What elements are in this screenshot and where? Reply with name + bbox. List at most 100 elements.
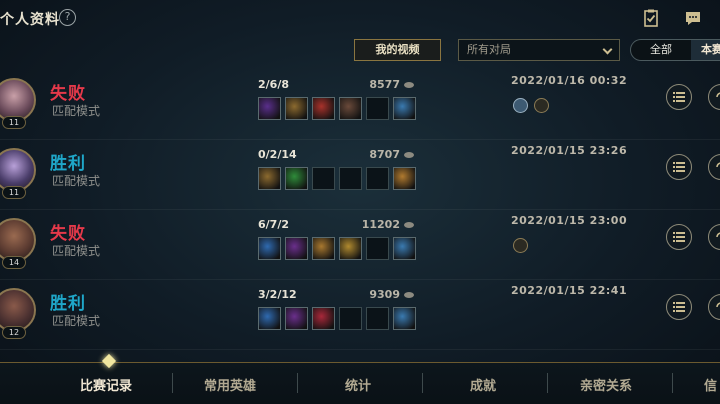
- queue-filter-select[interactable]: 所有对局: [458, 39, 620, 61]
- match-result: 失败: [50, 224, 86, 244]
- game-mode: 匹配模式: [52, 244, 101, 258]
- replay-icon: [716, 92, 720, 98]
- match-details-button[interactable]: [666, 84, 692, 110]
- clipboard-check-icon[interactable]: [642, 9, 660, 27]
- match-row[interactable]: 11 胜利 匹配模式 0/2/14 8707 2022/01/15 23:26: [0, 142, 720, 210]
- item-slot: [312, 307, 335, 330]
- item-slot: [393, 97, 416, 120]
- list-icon: [673, 92, 685, 102]
- list-icon: [673, 302, 685, 312]
- tab-stats[interactable]: 统计: [345, 375, 371, 394]
- match-result: 胜利: [50, 154, 86, 174]
- item-slot: [285, 237, 308, 260]
- replay-button[interactable]: [708, 154, 720, 180]
- kda: 6/7/2: [258, 218, 289, 231]
- item-build: [258, 167, 416, 190]
- my-videos-button[interactable]: 我的视频: [354, 39, 441, 61]
- replay-button[interactable]: [708, 294, 720, 320]
- chat-bubble-icon[interactable]: [684, 9, 702, 27]
- item-slot: [339, 237, 362, 260]
- item-slot: [366, 237, 389, 260]
- game-mode: 匹配模式: [52, 314, 101, 328]
- match-badges: [513, 98, 549, 113]
- item-slot: [312, 237, 335, 260]
- item-slot: [258, 237, 281, 260]
- item-slot: [366, 97, 389, 120]
- champion-level: 11: [2, 186, 26, 199]
- item-slot: [339, 97, 362, 120]
- match-row[interactable]: 11 失败 匹配模式 2/6/8 8577 2022/01/16 00:32: [0, 72, 720, 140]
- tab-divider: [672, 373, 673, 393]
- gold-earned: 8577: [369, 78, 400, 91]
- match-row[interactable]: 12 胜利 匹配模式 3/2/12 9309 2022/01/15 22:41: [0, 282, 720, 350]
- item-slot: [339, 167, 362, 190]
- match-result: 胜利: [50, 294, 86, 314]
- match-details-button[interactable]: [666, 294, 692, 320]
- item-slot: [339, 307, 362, 330]
- kda: 2/6/8: [258, 78, 289, 91]
- tab-more[interactable]: 信: [704, 375, 717, 394]
- item-build: [258, 237, 416, 260]
- item-slot: [366, 307, 389, 330]
- champion-level: 14: [2, 256, 26, 269]
- tab-match-history[interactable]: 比赛记录: [80, 375, 132, 394]
- match-details-button[interactable]: [666, 224, 692, 250]
- item-slot: [393, 167, 416, 190]
- page-title: 个人资料: [0, 12, 60, 28]
- bottom-nav: 比赛记录 常用英雄 统计 成就 亲密关系 信: [0, 362, 720, 404]
- row-divider: [0, 139, 720, 140]
- tab-divider: [172, 373, 173, 393]
- replay-button[interactable]: [708, 224, 720, 250]
- row-divider: [0, 279, 720, 280]
- match-date: 2022/01/15 23:26: [511, 144, 628, 157]
- item-slot: [285, 307, 308, 330]
- match-date: 2022/01/15 23:00: [511, 214, 628, 227]
- match-result: 失败: [50, 84, 86, 104]
- match-date: 2022/01/15 22:41: [511, 284, 628, 297]
- gold-coin-icon: [404, 152, 414, 158]
- objective-badge-icon: [513, 238, 528, 253]
- item-slot: [393, 237, 416, 260]
- item-build: [258, 97, 416, 120]
- list-icon: [673, 232, 685, 242]
- tab-relationships[interactable]: 亲密关系: [580, 375, 632, 394]
- season-toggle[interactable]: 全部 本赛: [630, 39, 720, 61]
- tab-divider: [297, 373, 298, 393]
- tab-achievements[interactable]: 成就: [470, 375, 496, 394]
- tab-top-champions[interactable]: 常用英雄: [204, 375, 256, 394]
- toggle-all[interactable]: 全部: [631, 40, 691, 60]
- gold-coin-icon: [404, 222, 414, 228]
- row-divider: [0, 349, 720, 350]
- game-mode: 匹配模式: [52, 174, 101, 188]
- item-slot: [366, 167, 389, 190]
- queue-filter-value: 所有对局: [467, 43, 511, 56]
- item-slot: [258, 167, 281, 190]
- replay-button[interactable]: [708, 84, 720, 110]
- match-date: 2022/01/16 00:32: [511, 74, 628, 87]
- item-slot: [258, 307, 281, 330]
- gold-coin-icon: [404, 82, 414, 88]
- item-slot: [285, 97, 308, 120]
- item-slot: [285, 167, 308, 190]
- toggle-current-season[interactable]: 本赛: [691, 40, 720, 60]
- match-details-button[interactable]: [666, 154, 692, 180]
- item-slot: [312, 97, 335, 120]
- kda: 3/2/12: [258, 288, 297, 301]
- objective-badge-icon: [534, 98, 549, 113]
- replay-icon: [716, 232, 720, 238]
- help-icon[interactable]: ?: [59, 9, 76, 26]
- tab-divider: [422, 373, 423, 393]
- gold-coin-icon: [404, 292, 414, 298]
- item-slot: [393, 307, 416, 330]
- item-slot: [258, 97, 281, 120]
- row-divider: [0, 209, 720, 210]
- item-slot: [312, 167, 335, 190]
- gold-earned: 11202: [361, 218, 400, 231]
- game-mode: 匹配模式: [52, 104, 101, 118]
- item-build: [258, 307, 416, 330]
- kda: 0/2/14: [258, 148, 297, 161]
- tab-divider: [547, 373, 548, 393]
- champion-level: 12: [2, 326, 26, 339]
- match-row[interactable]: 14 失败 匹配模式 6/7/2 11202 2022/01/15 23:00: [0, 212, 720, 280]
- chevron-down-icon: [602, 44, 613, 55]
